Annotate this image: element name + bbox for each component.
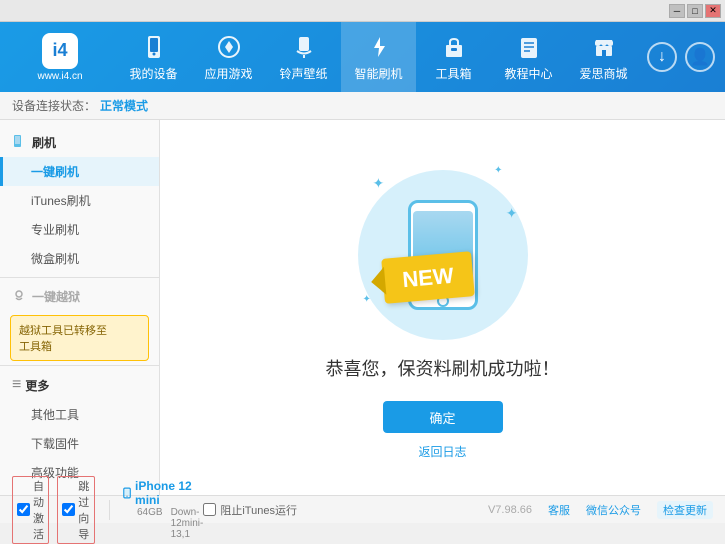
logo-area: i4 www.i4.cn xyxy=(10,33,110,82)
smart-flash-icon xyxy=(365,33,393,61)
header: i4 www.i4.cn 我的设备 应用游戏 xyxy=(0,22,725,92)
itunes-stop[interactable]: 阻止iTunes运行 xyxy=(203,502,297,518)
status-bar: 设备连接状态： 正常模式 xyxy=(0,92,725,120)
nav-item-store[interactable]: 爱思商城 xyxy=(566,22,641,92)
sidebar-divider-1 xyxy=(0,277,159,278)
nav-items: 我的设备 应用游戏 铃声壁纸 xyxy=(110,22,647,92)
device-icon xyxy=(123,486,131,500)
flash-section-label: 刷机 xyxy=(32,134,56,151)
version-text: V7.98.66 xyxy=(488,504,532,516)
sidebar-item-pro-flash[interactable]: 专业刷机 xyxy=(0,215,159,244)
itunes-stop-label: 阻止iTunes运行 xyxy=(220,502,297,518)
sidebar: 刷机 一键刷机 iTunes刷机 专业刷机 微盒刷机 一键越狱 越狱工具已转移至… xyxy=(0,120,160,495)
main-content: 刷机 一键刷机 iTunes刷机 专业刷机 微盒刷机 一键越狱 越狱工具已转移至… xyxy=(0,120,725,495)
sparkle-1: ✦ xyxy=(373,175,385,192)
maximize-btn[interactable]: □ xyxy=(687,4,703,18)
support-link[interactable]: 客服 xyxy=(548,502,570,518)
success-illustration: ✦ ✦ ✦ ✦ NEW xyxy=(343,155,543,355)
device-storage: 64GB xyxy=(137,507,163,540)
itunes-stop-checkbox[interactable] xyxy=(203,503,216,516)
nav-label-toolbox: 工具箱 xyxy=(435,65,471,82)
sidebar-section-flash: 刷机 xyxy=(0,128,159,157)
bottom-left: 自动激活 跳过向导 iPhone 12 mini 64GB Down-12min… xyxy=(12,476,203,544)
jailbreak-icon xyxy=(12,288,26,305)
status-value: 正常模式 xyxy=(100,97,148,114)
jailbreak-label: 一键越狱 xyxy=(32,288,80,305)
sidebar-item-download-firmware[interactable]: 下载固件 xyxy=(0,429,159,458)
more-section-icon: ≡ xyxy=(12,376,21,394)
apps-games-icon xyxy=(215,33,243,61)
nav-label-ringtones: 铃声壁纸 xyxy=(279,65,327,82)
ringtones-icon xyxy=(290,33,318,61)
skip-wizard-label: 跳过向导 xyxy=(78,478,89,542)
nav-label-store: 爱思商城 xyxy=(579,65,627,82)
bottom-right: V7.98.66 客服 微信公众号 检查更新 xyxy=(488,501,713,519)
auto-launch-label: 自动激活 xyxy=(33,478,44,542)
nav-item-tutorials[interactable]: 教程中心 xyxy=(491,22,566,92)
flash-section-icon xyxy=(12,134,26,151)
sidebar-item-itunes-flash[interactable]: iTunes刷机 xyxy=(0,186,159,215)
wechat-link[interactable]: 微信公众号 xyxy=(586,502,641,518)
nav-label-tutorials: 教程中心 xyxy=(504,65,552,82)
update-link[interactable]: 检查更新 xyxy=(657,501,713,519)
bottom-bar: 自动激活 跳过向导 iPhone 12 mini 64GB Down-12min… xyxy=(0,495,725,523)
sidebar-warning: 越狱工具已转移至工具箱 xyxy=(10,315,149,361)
close-btn[interactable]: ✕ xyxy=(705,4,721,18)
my-device-icon xyxy=(140,33,168,61)
nav-label-smart-flash: 智能刷机 xyxy=(354,65,402,82)
auto-launch-checkbox[interactable]: 自动激活 xyxy=(12,476,49,544)
sidebar-item-downgrade-flash[interactable]: 微盒刷机 xyxy=(0,244,159,273)
success-title: 恭喜您，保资料刷机成功啦！ xyxy=(326,355,560,381)
new-badge-text: NEW xyxy=(401,262,454,292)
status-label: 设备连接状态： xyxy=(12,97,96,114)
nav-item-ringtones[interactable]: 铃声壁纸 xyxy=(266,22,341,92)
header-right: ↓ 👤 xyxy=(647,42,715,72)
nav-label-apps-games: 应用游戏 xyxy=(204,65,252,82)
sparkle-3: ✦ xyxy=(506,205,518,222)
nav-item-smart-flash[interactable]: 智能刷机 xyxy=(341,22,416,92)
sidebar-divider-2 xyxy=(0,365,159,366)
more-section-label: 更多 xyxy=(25,377,49,394)
toolbox-icon xyxy=(440,33,468,61)
nav-item-my-device[interactable]: 我的设备 xyxy=(116,22,191,92)
skip-wizard-checkbox[interactable]: 跳过向导 xyxy=(57,476,94,544)
nav-item-toolbox[interactable]: 工具箱 xyxy=(416,22,491,92)
nav-item-apps-games[interactable]: 应用游戏 xyxy=(191,22,266,92)
confirm-button[interactable]: 确定 xyxy=(383,401,503,433)
title-bar: ─ □ ✕ xyxy=(0,0,725,22)
logo-icon: i4 xyxy=(42,33,78,69)
sparkle-2: ✦ xyxy=(494,165,502,176)
device-info: iPhone 12 mini 64GB Down-12mini-13,1 xyxy=(123,479,203,540)
tutorials-icon xyxy=(515,33,543,61)
auto-launch-input[interactable] xyxy=(17,503,30,516)
nav-label-my-device: 我的设备 xyxy=(129,65,177,82)
store-icon xyxy=(590,33,618,61)
warning-text: 越狱工具已转移至工具箱 xyxy=(19,325,107,353)
sidebar-section-more: ≡ 更多 xyxy=(0,370,159,400)
device-model: Down-12mini-13,1 xyxy=(171,507,204,540)
user-btn[interactable]: 👤 xyxy=(685,42,715,72)
skip-wizard-input[interactable] xyxy=(62,503,75,516)
sparkle-4: ✦ xyxy=(363,294,371,305)
sidebar-item-other-tools[interactable]: 其他工具 xyxy=(0,400,159,429)
sidebar-item-one-click-flash[interactable]: 一键刷机 xyxy=(0,157,159,186)
logo-text: www.i4.cn xyxy=(37,71,82,82)
sidebar-section-jailbreak: 一键越狱 xyxy=(0,282,159,311)
new-banner: NEW xyxy=(381,251,475,304)
download-btn[interactable]: ↓ xyxy=(647,42,677,72)
back-link[interactable]: 返回日志 xyxy=(418,443,466,460)
content-area: ✦ ✦ ✦ ✦ NEW 恭喜您，保资料刷机成功啦！ 确定 返回日志 xyxy=(160,120,725,495)
minimize-btn[interactable]: ─ xyxy=(669,4,685,18)
device-name: iPhone 12 mini xyxy=(135,479,203,507)
